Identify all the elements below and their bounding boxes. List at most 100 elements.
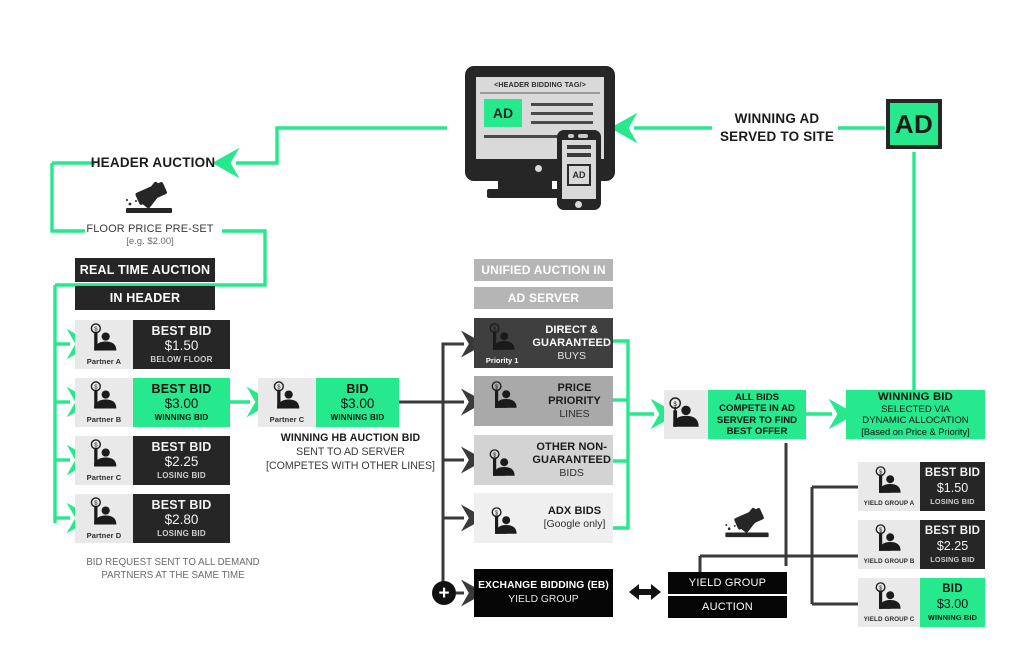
bidder-icon: $: [489, 323, 515, 350]
hb-caption-line-2: SENT TO AD SERVER: [296, 446, 405, 458]
hb-bid-status: WINNING BID: [330, 413, 385, 422]
yield-group-label: YIELD GROUP: [688, 577, 767, 589]
winning-bid-line-3: DYNAMIC ALLOCATION: [862, 415, 969, 426]
ad-server-icon-pane: $ Priority 2: [474, 376, 536, 426]
ad-server-row: $ ADX BIDS [Google only]: [474, 493, 613, 543]
winning-ad-served-text: WINNING AD SERVED TO SITE: [718, 110, 836, 146]
yield-bid-status: LOSING BID: [930, 555, 975, 564]
all-bids-compete-card: $ ALL BIDS COMPETE IN AD SERVER TO FIND …: [664, 390, 806, 439]
bid-request-footnote: BID REQUEST SENT TO ALL DEMAND PARTNERS …: [48, 556, 298, 582]
ad-server-subtitle: [Google only]: [543, 518, 606, 530]
unified-auction-label-2: AD SERVER: [507, 291, 580, 305]
partner-icon-pane: $ Partner B: [75, 378, 133, 427]
ad-server-icon-pane: $: [474, 435, 530, 485]
header-auction-title: HEADER AUCTION: [90, 155, 216, 170]
partner-bid-pane: BEST BID $3.00 WINNING BID: [133, 378, 230, 427]
monitor-base: [487, 189, 561, 198]
compete-text-pane: ALL BIDS COMPETE IN AD SERVER TO FIND BE…: [708, 390, 806, 439]
partner-name: Partner A: [86, 357, 122, 366]
hb-caption-line-1: WINNING HB AUCTION BID: [280, 432, 421, 444]
plus-circle-icon: +: [432, 581, 456, 605]
partner-bid-card: $ Partner B BEST BID $3.00 WINNING BID: [75, 378, 230, 427]
winning-bid-line-4: [Based on Price & Priority]: [861, 426, 970, 437]
winning-bid-line-2: SELECTED VIA: [881, 403, 950, 415]
real-time-auction-bar: REAL TIME AUCTION: [75, 258, 215, 282]
ad-server-title-2: GUARANTEED: [532, 453, 611, 466]
yield-bid-pane: BID $3.00 WINNING BID: [920, 578, 985, 627]
yield-icon-pane: $ YIELD GROUP A: [858, 462, 920, 511]
bidder-icon: $: [492, 507, 517, 534]
yield-group-bar: YIELD GROUP: [668, 572, 787, 594]
bidder-icon: $: [90, 381, 117, 409]
footnote-line-2: PARTNERS AT THE SAME TIME: [101, 570, 245, 581]
ad-server-title-1: OTHER NON-: [536, 440, 608, 453]
exchange-bidding-line-1: EXCHANGE BIDDING (EB): [478, 580, 609, 591]
yield-group-name: YIELD GROUP B: [863, 558, 915, 565]
unified-auction-label-1: UNIFIED AUCTION IN: [481, 263, 606, 277]
hb-winner-bid-pane: BID $3.00 WINNING BID: [316, 378, 399, 427]
unified-auction-header-2: AD SERVER: [474, 287, 613, 309]
ad-server-row: $ Priority 2 PRICE PRIORITY LINES: [474, 376, 613, 426]
bid-label: BEST BID: [151, 498, 212, 512]
bidder-icon: $: [876, 582, 901, 609]
yield-bid-amount: $3.00: [936, 597, 969, 611]
bid-status: LOSING BID: [157, 471, 206, 480]
double-arrow-icon: [627, 580, 663, 604]
compete-icon-pane: $: [664, 390, 708, 439]
ad-server-row: $ OTHER NON- GUARANTEED BIDS: [474, 435, 613, 485]
bid-amount: $3.00: [164, 396, 199, 411]
exchange-bidding-box: EXCHANGE BIDDING (EB) YIELD GROUP: [474, 569, 613, 617]
hb-bid-amount: $3.00: [340, 396, 375, 411]
ad-server-title-1: PRICE: [557, 381, 592, 394]
hb-winner-caption: WINNING HB AUCTION BID SENT TO AD SERVER…: [248, 431, 453, 473]
bidder-icon: $: [492, 381, 517, 408]
floor-price-value: [e.g. $2.00]: [126, 236, 174, 247]
bid-amount: $1.50: [164, 338, 199, 353]
hb-winner-partner: Partner C: [269, 415, 305, 424]
yield-auction-bar: AUCTION: [668, 596, 787, 618]
phone-ad-slot: AD: [567, 164, 591, 186]
bidder-icon: $: [489, 449, 515, 476]
partner-name: Partner B: [86, 415, 122, 424]
served-line-1: WINNING AD: [734, 111, 820, 126]
partner-bid-pane: BEST BID $2.80 LOSING BID: [133, 494, 230, 543]
screen-divider: [480, 92, 600, 94]
ad-server-text-pane: OTHER NON- GUARANTEED BIDS: [530, 435, 613, 485]
gavel-icon: [116, 180, 182, 218]
ad-badge: AD: [886, 99, 942, 149]
yield-group-name: YIELD GROUP A: [863, 500, 915, 507]
header-bidding-tag-text: <HEADER BIDDING TAG/>: [494, 80, 586, 89]
yield-auction-label: AUCTION: [702, 601, 753, 613]
ad-server-row: $ Priority 1 DIRECT & GUARANTEED BUYS: [474, 318, 613, 368]
yield-icon-pane: $ YIELD GROUP C: [858, 578, 920, 627]
yield-bid-label: BEST BID: [924, 467, 981, 479]
ad-server-title-2: GUARANTEED: [532, 336, 611, 349]
yield-bid-pane: BEST BID $2.25 LOSING BID: [920, 520, 985, 569]
yield-group-card: $ YIELD GROUP B BEST BID $2.25 LOSING BID: [858, 520, 985, 569]
partner-bid-card: $ Partner D BEST BID $2.80 LOSING BID: [75, 494, 230, 543]
partner-icon-pane: $ Partner D: [75, 494, 133, 543]
bid-label: BEST BID: [151, 382, 212, 396]
partner-bid-pane: BEST BID $1.50 BELOW FLOOR: [133, 320, 230, 369]
bidder-icon: $: [90, 497, 117, 525]
real-time-auction-label: REAL TIME AUCTION: [79, 263, 211, 277]
phone-home-button: [575, 201, 582, 208]
ad-badge-label: AD: [894, 108, 934, 139]
compete-line-4: BEST OFFER: [726, 426, 788, 437]
bid-amount: $2.80: [164, 512, 199, 527]
priority-label: Priority 2: [488, 414, 522, 423]
yield-icon-pane: $ YIELD GROUP B: [858, 520, 920, 569]
header-bidding-device: <HEADER BIDDING TAG/> AD AD: [465, 66, 630, 211]
partner-bid-card: $ Partner A BEST BID $1.50 BELOW FLOOR: [75, 320, 230, 369]
bid-amount: $2.25: [164, 454, 199, 469]
compete-line-3: SERVER TO FIND: [716, 414, 798, 426]
hb-winner-icon-pane: $ Partner C: [258, 378, 316, 427]
served-line-2: SERVED TO SITE: [719, 129, 835, 144]
phone-text-line: [567, 153, 591, 157]
yield-bid-status: LOSING BID: [930, 497, 975, 506]
ad-server-text-pane: ADX BIDS [Google only]: [536, 493, 613, 543]
ad-server-icon-pane: $: [474, 493, 536, 543]
screen-ad-label: AD: [492, 105, 514, 121]
screen-text-line: [531, 103, 593, 107]
partner-icon-pane: $ Partner C: [75, 436, 133, 485]
